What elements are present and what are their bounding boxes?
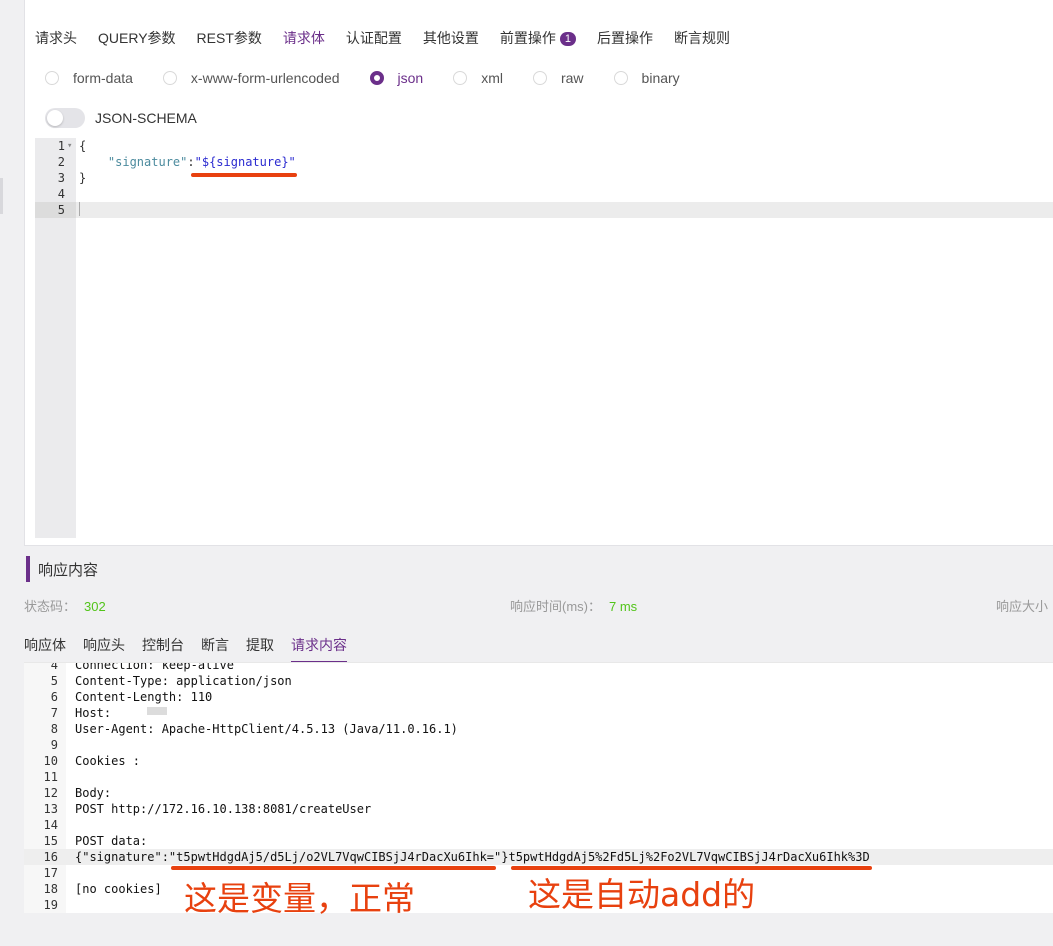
text-cursor (79, 202, 80, 216)
editor-line: 2 "signature":"${signature}" (57, 155, 296, 169)
tab-console[interactable]: 控制台 (142, 636, 184, 663)
tab-headers[interactable]: 请求头 (35, 28, 77, 54)
tab-response-headers[interactable]: 响应头 (83, 636, 125, 663)
radio-binary[interactable]: binary (613, 70, 680, 86)
radio-circle-icon (162, 71, 177, 85)
log-line: 5 Content-Type: application/json (50, 674, 292, 688)
tab-other-settings[interactable]: 其他设置 (423, 28, 479, 54)
tab-query-params[interactable]: QUERY参数 (98, 28, 176, 54)
status-code-stat: 状态码： 302 (24, 599, 106, 614)
bottom-strip (0, 936, 1053, 946)
tab-rest-params[interactable]: REST参数 (197, 28, 262, 54)
log-line: 9 (50, 738, 58, 752)
response-section-header: 响应内容 (26, 556, 98, 582)
editor-line: 3} (57, 171, 87, 185)
tab-response-body[interactable]: 响应体 (24, 636, 66, 663)
tab-extract[interactable]: 提取 (246, 636, 274, 663)
response-size-stat: 响应大小 (996, 599, 1049, 614)
fold-arrow-icon[interactable]: ▾ (67, 138, 72, 154)
annotation-text-auto-added: 这是自动add的 (528, 875, 756, 914)
section-accent-bar (26, 556, 30, 582)
tab-request-body[interactable]: 请求体 (283, 28, 325, 54)
response-tabs: 响应体 响应头 控制台 断言 提取 请求内容 (24, 636, 364, 663)
response-time-stat: 响应时间(ms)： 7 ms (510, 599, 638, 614)
log-line-highlighted: 16 {"signature":"t5pwtHdgdAj5/d5Lj/o2VL7V… (24, 849, 1053, 865)
annotation-text-variable: 这是变量，正常 (184, 879, 415, 918)
toggle-knob (47, 110, 63, 126)
log-line: 8 User-Agent: Apache-HttpClient/4.5.13 (J… (50, 722, 458, 736)
editor-line: 4 (57, 187, 65, 201)
log-line: 4 Connection: keep-alive (50, 663, 234, 672)
request-tabs: 请求头 QUERY参数 REST参数 请求体 认证配置 其他设置 前置操作 1 后… (35, 28, 751, 54)
log-line: 14 (43, 818, 58, 832)
log-line: 6 Content-Length: 110 (50, 690, 213, 704)
tab-pre-actions[interactable]: 前置操作 1 (500, 28, 577, 54)
request-panel: 请求头 QUERY参数 REST参数 请求体 认证配置 其他设置 前置操作 1 后… (24, 0, 1053, 546)
json-body-editor[interactable]: 1 ▾{ 2 "signature":"${signature}" 3} 4 5 (35, 138, 1053, 538)
log-line: 10 Cookies : (43, 754, 141, 768)
tab-assertions[interactable]: 断言规则 (674, 28, 730, 54)
response-title: 响应内容 (38, 561, 99, 579)
radio-circle-icon (45, 71, 59, 85)
radio-raw[interactable]: raw (532, 70, 584, 86)
tab-response-assertions[interactable]: 断言 (201, 636, 229, 663)
json-schema-switch-row: JSON-SCHEMA (45, 108, 197, 128)
log-line: 15 POST data: (43, 834, 148, 848)
log-line: 13 POST http://172.16.10.138:8081/createU… (43, 802, 372, 816)
radio-circle-icon (532, 71, 547, 85)
log-line: 12 Body: (43, 786, 112, 800)
radio-circle-icon (453, 71, 468, 85)
radio-circle-icon (613, 71, 628, 85)
json-schema-label: JSON-SCHEMA (95, 110, 197, 126)
annotation-underline-variable (171, 866, 496, 870)
radio-xml[interactable]: xml (453, 70, 503, 86)
tab-post-actions[interactable]: 后置操作 (597, 28, 653, 54)
editor-line: 1 ▾{ (57, 138, 87, 154)
side-scroll-marker (0, 178, 3, 214)
annotation-underline-editor (191, 173, 297, 177)
json-schema-toggle[interactable] (45, 108, 85, 128)
tab-auth[interactable]: 认证配置 (346, 28, 402, 54)
body-type-radio-group: form-data x-www-form-urlencoded json xml… (45, 70, 710, 86)
radio-json[interactable]: json (369, 70, 423, 86)
radio-x-www-form-urlencoded[interactable]: x-www-form-urlencoded (162, 70, 340, 86)
log-line: 7 Host: (24, 705, 1053, 721)
redacted-host (147, 707, 168, 715)
pre-actions-count-badge: 1 (559, 32, 577, 46)
radio-form-data[interactable]: form-data (45, 70, 133, 86)
tab-request-content[interactable]: 请求内容 (291, 636, 347, 663)
log-line: 11 (43, 770, 58, 784)
radio-checked-icon (369, 71, 384, 85)
editor-current-line: 5 (35, 202, 1053, 218)
